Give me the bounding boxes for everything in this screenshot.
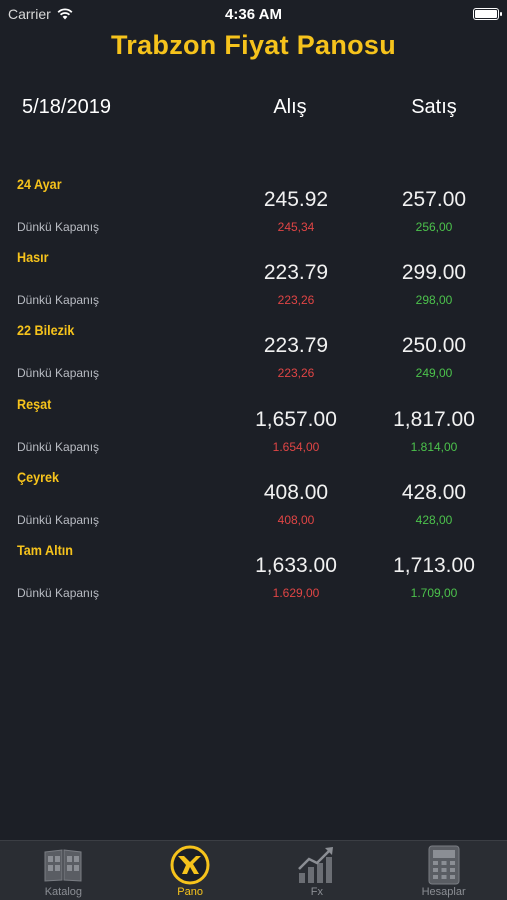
satis-close-value: 428,00 xyxy=(415,512,453,527)
satis-close-value: 298,00 xyxy=(415,293,453,308)
price-row[interactable]: 22 Bilezik Dünkü Kapanış 223.79 250.00 2… xyxy=(0,316,507,389)
tab-pano[interactable]: Pano xyxy=(127,841,254,900)
satis-close-value: 1.814,00 xyxy=(410,439,458,454)
tab-label: Fx xyxy=(310,886,323,898)
status-time: 4:36 AM xyxy=(225,5,282,23)
alis-value: 1,633.00 xyxy=(255,553,337,577)
alis-close-value: 223,26 xyxy=(277,366,315,381)
row-name: Hasır xyxy=(17,249,49,266)
battery-icon xyxy=(473,8,502,20)
price-row[interactable]: Çeyrek Dünkü Kapanış 408.00 428.00 408,0… xyxy=(0,463,507,536)
satis-close-value: 1.709,00 xyxy=(410,585,458,600)
alis-close-value: 1.654,00 xyxy=(272,439,320,454)
row-name: Çeyrek xyxy=(17,468,60,485)
alis-value: 408.00 xyxy=(263,480,329,504)
alis-close-value: 408,00 xyxy=(277,512,315,527)
row-name: 22 Bilezik xyxy=(17,322,75,339)
alis-value: 223.79 xyxy=(263,261,329,285)
row-subtitle: Dünkü Kapanış xyxy=(17,439,100,454)
alis-value: 245.92 xyxy=(263,188,329,211)
header-satis: Satış xyxy=(411,96,457,118)
satis-value: 1,817.00 xyxy=(393,407,475,431)
tab-label: Katalog xyxy=(44,886,83,898)
price-row[interactable]: Hasır Dünkü Kapanış 223.79 299.00 223,26… xyxy=(0,243,507,316)
tab-label: Hesaplar xyxy=(421,886,466,898)
tab-fx[interactable]: Fx xyxy=(254,841,381,900)
chart-icon xyxy=(294,844,340,886)
header-alis: Alış xyxy=(273,96,307,118)
row-name: 24 Ayar xyxy=(17,176,62,192)
satis-value: 428.00 xyxy=(401,480,467,504)
tab-hesaplar[interactable]: Hesaplar xyxy=(380,841,507,900)
alis-value: 1,657.00 xyxy=(255,407,337,431)
satis-close-value: 249,00 xyxy=(415,366,453,381)
price-row[interactable]: Tam Altın Dünkü Kapanış 1,633.00 1,713.0… xyxy=(0,536,507,609)
tab-katalog[interactable]: Katalog xyxy=(0,841,127,900)
alis-close-value: 223,26 xyxy=(277,293,315,308)
catalog-icon xyxy=(40,844,86,886)
price-list: 24 Ayar Dünkü Kapanış 245.92 257.00 245,… xyxy=(0,170,507,609)
row-subtitle: Dünkü Kapanış xyxy=(17,220,100,234)
alis-close-value: 1.629,00 xyxy=(272,585,320,600)
satis-value: 257.00 xyxy=(401,188,467,211)
satis-close-value: 256,00 xyxy=(415,220,453,234)
alis-value: 223.79 xyxy=(263,334,329,358)
price-row[interactable]: 24 Ayar Dünkü Kapanış 245.92 257.00 245,… xyxy=(0,170,507,243)
alis-close-value: 245,34 xyxy=(277,220,315,234)
price-row[interactable]: Reşat Dünkü Kapanış 1,657.00 1,817.00 1.… xyxy=(0,390,507,463)
row-subtitle: Dünkü Kapanış xyxy=(17,585,100,600)
page-title: Trabzon Fiyat Panosu xyxy=(110,30,397,60)
calculator-icon xyxy=(421,844,467,886)
header-date: 5/18/2019 xyxy=(22,96,111,118)
tab-label: Pano xyxy=(177,886,203,898)
pano-logo-icon xyxy=(167,844,213,886)
row-subtitle: Dünkü Kapanış xyxy=(17,293,100,308)
table-header: 5/18/2019 Alış Satış xyxy=(0,96,507,124)
row-subtitle: Dünkü Kapanış xyxy=(17,512,100,527)
satis-value: 299.00 xyxy=(401,261,467,285)
status-bar: Carrier 4:36 AM xyxy=(0,0,507,28)
row-name: Tam Altın xyxy=(17,541,74,558)
row-name: Reşat xyxy=(17,395,52,412)
tab-bar: Katalog Pano Fx Hesaplar xyxy=(0,840,507,900)
satis-value: 250.00 xyxy=(401,334,467,358)
satis-value: 1,713.00 xyxy=(393,553,475,577)
row-subtitle: Dünkü Kapanış xyxy=(17,366,100,381)
